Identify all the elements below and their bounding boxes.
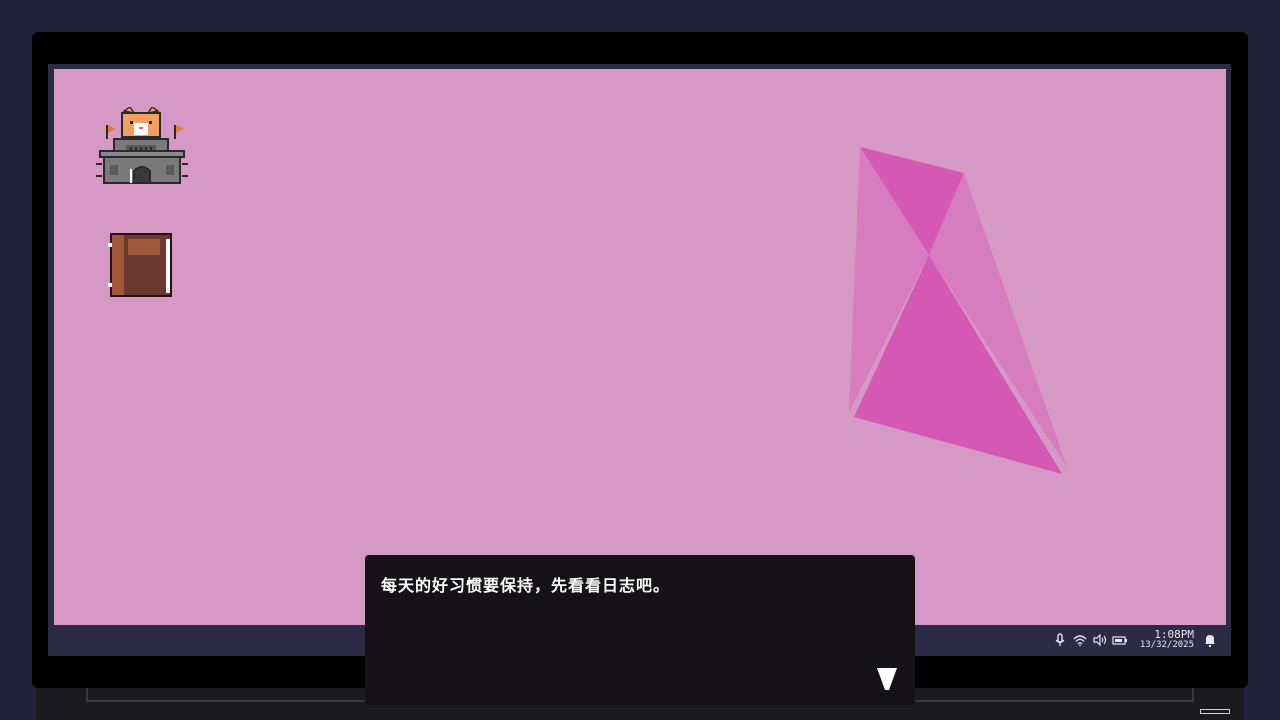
system-clock[interactable]: 1:08PM 13/32/2025	[1139, 628, 1194, 650]
system-tray: 1:08PM 13/32/2025	[1052, 625, 1218, 655]
volume-icon[interactable]	[1092, 632, 1108, 648]
wifi-icon[interactable]	[1072, 632, 1088, 648]
dialog-box[interactable]: 每天的好习惯要保持，先看看日志吧。	[365, 555, 915, 705]
journal-book-icon[interactable]	[106, 229, 176, 301]
bell-icon[interactable]	[1202, 632, 1218, 648]
stand-slot	[1200, 709, 1230, 714]
clock-time: 1:08PM	[1154, 628, 1194, 641]
battery-icon[interactable]	[1112, 632, 1128, 648]
clock-date: 13/32/2025	[1139, 640, 1194, 650]
crystal-decoration	[849, 147, 1067, 474]
microphone-icon[interactable]	[1052, 632, 1068, 648]
dialog-text: 每天的好习惯要保持，先看看日志吧。	[381, 576, 671, 595]
triangle-down-icon[interactable]	[876, 666, 898, 692]
castle-cat-icon[interactable]	[96, 105, 188, 189]
desktop	[54, 69, 1226, 625]
